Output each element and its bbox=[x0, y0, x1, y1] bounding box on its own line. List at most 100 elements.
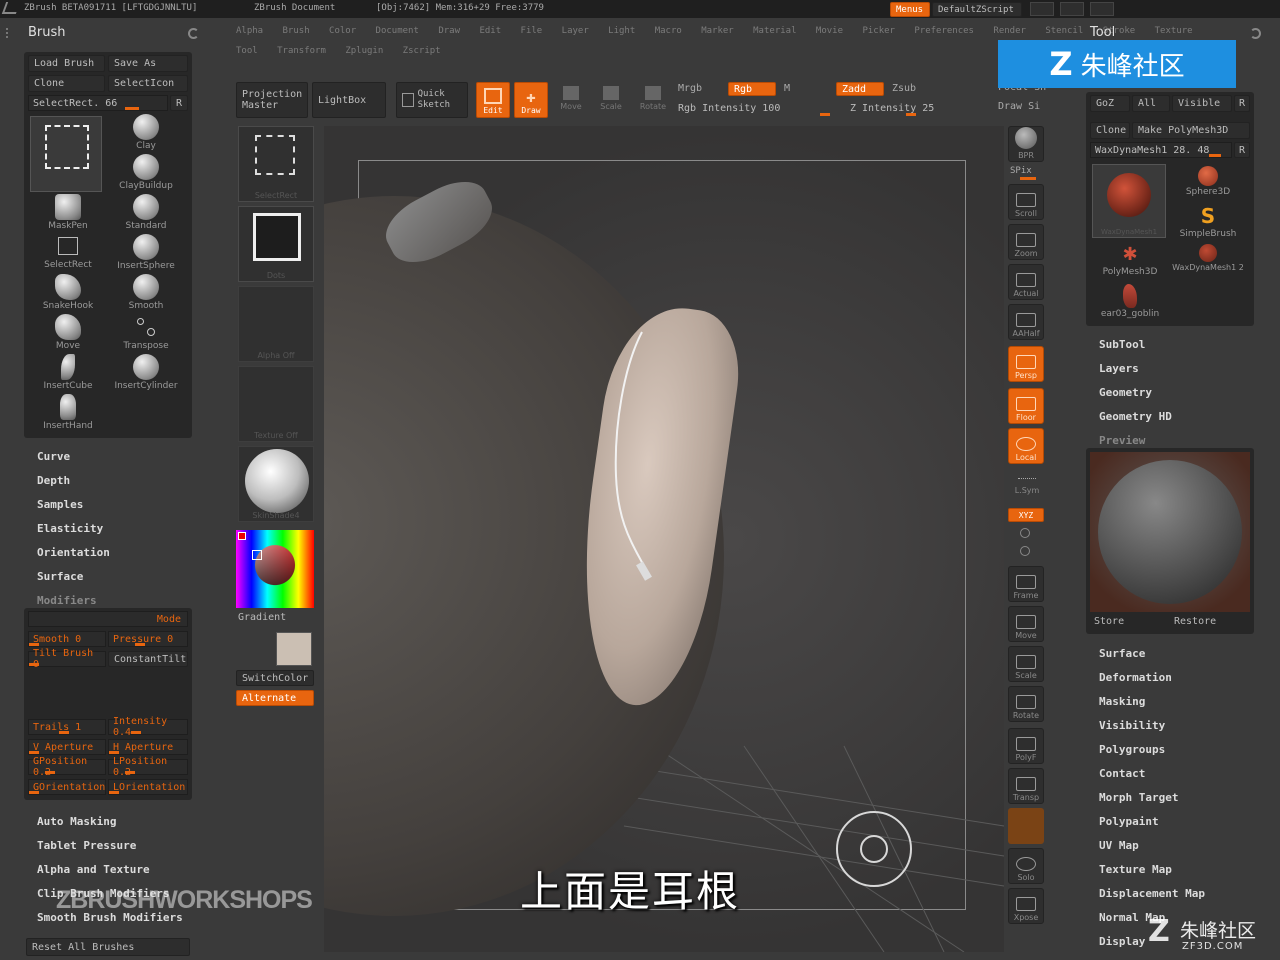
menu-morph-target[interactable]: Morph Target bbox=[1099, 791, 1178, 804]
main-menu-bar[interactable]: Alpha Brush Color Document Draw Edit Fil… bbox=[236, 26, 1207, 36]
menus-button[interactable]: Menus bbox=[890, 2, 930, 17]
close-icon[interactable] bbox=[1090, 2, 1114, 16]
tool-sphere3d[interactable]: Sphere3D bbox=[1170, 166, 1246, 204]
menu-alpha-and-texture[interactable]: Alpha and Texture bbox=[37, 863, 150, 876]
constant-tilt-button[interactable]: ConstantTilt bbox=[108, 651, 188, 667]
gorientation-slider[interactable]: GOrientation bbox=[28, 779, 106, 795]
v-aperture-slider[interactable]: V Aperture bbox=[28, 739, 106, 755]
menu-geometry[interactable]: Geometry bbox=[1099, 386, 1152, 399]
menu-layers[interactable]: Layers bbox=[1099, 362, 1139, 375]
gposition-slider[interactable]: GPosition 0.2 bbox=[28, 756, 106, 778]
reset-all-brushes-button[interactable]: Reset All Brushes bbox=[26, 938, 190, 956]
menu-contact[interactable]: Contact bbox=[1099, 767, 1145, 780]
menu-light[interactable]: Light bbox=[608, 26, 635, 36]
window-controls[interactable] bbox=[1030, 2, 1278, 16]
clone-brush-button[interactable]: Clone bbox=[28, 75, 105, 92]
color-picker-cursor[interactable] bbox=[252, 550, 262, 560]
alternate-button[interactable]: Alternate bbox=[236, 690, 314, 706]
menu-samples[interactable]: Samples bbox=[37, 498, 83, 511]
move-view-button[interactable]: Move bbox=[1008, 606, 1044, 642]
menu-edit[interactable]: Edit bbox=[479, 26, 501, 36]
trails-slider[interactable]: Trails 1 bbox=[28, 719, 106, 735]
current-tool-thumb[interactable]: WaxDynaMesh1 bbox=[1092, 164, 1166, 238]
menu-uv-map[interactable]: UV Map bbox=[1099, 839, 1139, 852]
draw-size-label[interactable]: Draw Si bbox=[998, 101, 1040, 112]
brush-move[interactable]: Move bbox=[30, 314, 106, 352]
menu-surface[interactable]: Surface bbox=[37, 570, 83, 583]
m-button[interactable]: M bbox=[784, 83, 790, 94]
edit-mode-button[interactable]: Edit bbox=[476, 82, 510, 118]
lposition-slider[interactable]: LPosition 0.2 bbox=[108, 756, 188, 778]
menu-geometry-hd[interactable]: Geometry HD bbox=[1099, 410, 1172, 423]
bpr-button[interactable]: BPR bbox=[1008, 126, 1044, 162]
make-polymesh3d-button[interactable]: Make PolyMesh3D bbox=[1132, 122, 1250, 139]
menu-render[interactable]: Render bbox=[993, 26, 1026, 36]
palette-refresh-icon[interactable] bbox=[188, 28, 199, 39]
menu-document[interactable]: Document bbox=[376, 26, 419, 36]
menu-file[interactable]: File bbox=[521, 26, 543, 36]
brush-smooth[interactable]: Smooth bbox=[108, 274, 184, 312]
select-icon-button[interactable]: SelectIcon bbox=[108, 75, 188, 92]
menu-surface-tool[interactable]: Surface bbox=[1099, 647, 1145, 660]
current-tool-slider[interactable]: WaxDynaMesh1 28. 48 bbox=[1090, 142, 1232, 158]
menu-elasticity[interactable]: Elasticity bbox=[37, 522, 103, 535]
rotate-y-icon[interactable] bbox=[1020, 528, 1030, 538]
selectrect-slider[interactable]: SelectRect. 66 bbox=[28, 95, 168, 111]
brush-snakehook[interactable]: SnakeHook bbox=[30, 274, 106, 312]
projection-master-button[interactable]: Projection Master bbox=[236, 82, 308, 118]
menu-preview[interactable]: Preview bbox=[1099, 434, 1145, 447]
brush-clay[interactable]: Clay bbox=[108, 114, 184, 152]
quick-sketch-button[interactable]: Quick Sketch bbox=[396, 82, 468, 118]
main-menu-bar-row2[interactable]: Tool Transform Zplugin Zscript bbox=[236, 46, 455, 56]
color-picker[interactable] bbox=[236, 530, 314, 608]
polyf-button[interactable]: PolyF bbox=[1008, 728, 1044, 764]
scroll-button[interactable]: Scroll bbox=[1008, 184, 1044, 220]
restore-button[interactable]: Restore bbox=[1174, 616, 1216, 627]
rgb-button[interactable]: Rgb bbox=[728, 82, 776, 96]
brush-palette-title[interactable]: Brush bbox=[28, 25, 66, 40]
texture-off-selector[interactable]: Texture Off bbox=[238, 366, 314, 442]
floor-button[interactable]: Floor bbox=[1008, 388, 1044, 424]
brush-standard[interactable]: Standard bbox=[108, 194, 184, 232]
brush-inserthand[interactable]: InsertHand bbox=[30, 394, 106, 432]
switch-color-button[interactable]: SwitchColor bbox=[236, 670, 314, 686]
secondary-color-swatch[interactable] bbox=[276, 632, 312, 666]
menu-alpha[interactable]: Alpha bbox=[236, 26, 263, 36]
restore-icon[interactable] bbox=[1060, 2, 1084, 16]
mrgb-button[interactable]: Mrgb bbox=[678, 83, 702, 94]
menu-draw[interactable]: Draw bbox=[438, 26, 460, 36]
menu-zscript[interactable]: Zscript bbox=[403, 46, 441, 56]
draw-mode-button[interactable]: ✚ Draw bbox=[514, 82, 548, 118]
tool-r-button[interactable]: R bbox=[1234, 142, 1250, 158]
menu-displacement-map[interactable]: Displacement Map bbox=[1099, 887, 1205, 900]
alpha-selector[interactable]: Dots bbox=[238, 206, 314, 282]
stroke-selector[interactable]: SelectRect bbox=[238, 126, 314, 202]
hue-strip[interactable] bbox=[236, 530, 314, 608]
menu-marker[interactable]: Marker bbox=[701, 26, 734, 36]
menu-display[interactable]: Display bbox=[1099, 935, 1145, 948]
xpose-button[interactable]: Xpose bbox=[1008, 888, 1044, 924]
tool-refresh-icon[interactable] bbox=[1250, 28, 1261, 39]
pressure-slider[interactable]: Pressure 0 bbox=[108, 631, 188, 647]
transp-button[interactable]: Transp bbox=[1008, 768, 1044, 804]
brush-insertcylinder[interactable]: InsertCylinder bbox=[108, 354, 184, 392]
brush-claybuildup[interactable]: ClayBuildup bbox=[108, 154, 184, 192]
lightbox-button[interactable]: LightBox bbox=[312, 82, 386, 118]
menu-stencil[interactable]: Stencil bbox=[1045, 26, 1083, 36]
gizmo-inner-ring[interactable] bbox=[860, 835, 888, 863]
menu-orientation[interactable]: Orientation bbox=[37, 546, 110, 559]
menu-preferences[interactable]: Preferences bbox=[914, 26, 974, 36]
menu-subtool[interactable]: SubTool bbox=[1099, 338, 1145, 351]
brush-insertcube[interactable]: InsertCube bbox=[30, 354, 106, 392]
menu-tool[interactable]: Tool bbox=[236, 46, 258, 56]
tray-handle-icon[interactable] bbox=[6, 28, 16, 38]
smooth-slider[interactable]: Smooth 0 bbox=[28, 631, 106, 647]
zsub-button[interactable]: Zsub bbox=[892, 83, 916, 94]
alpha-off-selector[interactable]: Alpha Off bbox=[238, 286, 314, 362]
menu-visibility[interactable]: Visibility bbox=[1099, 719, 1165, 732]
material-selector[interactable]: SkinShade4 bbox=[238, 446, 314, 522]
spix-slider[interactable]: SPix bbox=[1010, 166, 1044, 180]
lsym-button[interactable]: L.Sym bbox=[1010, 478, 1044, 498]
mode-slider[interactable]: Mode bbox=[28, 611, 188, 627]
default-zscript-button[interactable]: DefaultZScript bbox=[932, 2, 1022, 17]
